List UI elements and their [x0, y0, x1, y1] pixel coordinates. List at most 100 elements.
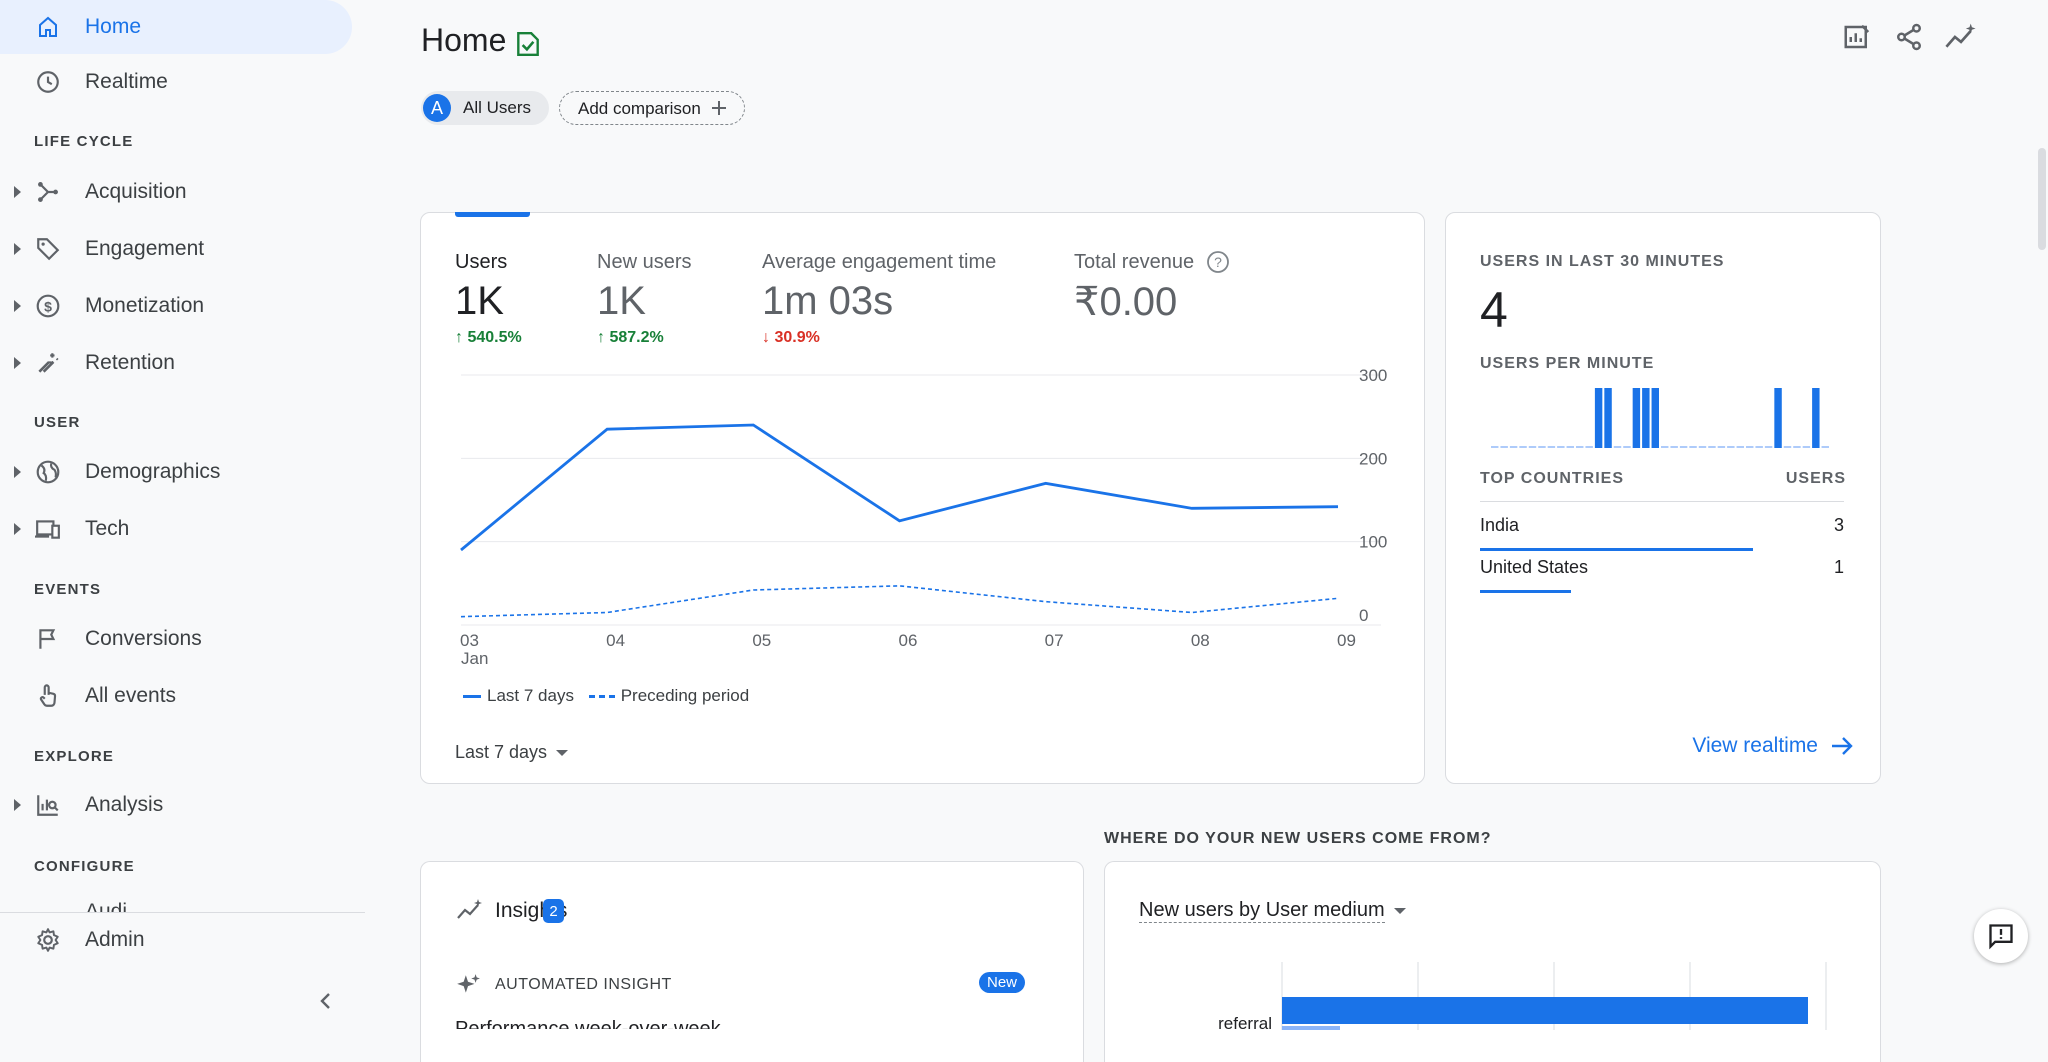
date-range-dropdown[interactable]: Last 7 days: [455, 742, 569, 763]
section-label-explore: EXPLORE: [34, 748, 114, 765]
minute-bar[interactable]: [1718, 446, 1725, 448]
section-label-user: USER: [34, 414, 80, 431]
sidebar-item-realtime[interactable]: Realtime: [0, 55, 352, 109]
minute-bar[interactable]: [1652, 388, 1659, 448]
minute-bar[interactable]: [1557, 446, 1564, 448]
automated-insight-label: AUTOMATED INSIGHT: [495, 976, 672, 994]
minute-bar[interactable]: [1519, 446, 1526, 448]
country-row[interactable]: United States 1: [1480, 553, 1844, 593]
insight-headline: Performance week-over-week: [455, 1018, 721, 1029]
users-header: USERS: [1786, 470, 1846, 488]
minute-bar[interactable]: [1491, 446, 1498, 448]
users-per-minute-chart: [1490, 388, 1830, 448]
bar-label: referral: [1218, 1014, 1272, 1030]
insights-icon: [455, 898, 485, 922]
add-comparison-button[interactable]: Add comparison: [559, 91, 745, 125]
view-realtime-link[interactable]: View realtime: [1692, 734, 1854, 758]
new-users-card: New users by User medium referral: [1104, 861, 1881, 1062]
minute-bar[interactable]: [1510, 446, 1517, 448]
minute-bar[interactable]: [1689, 446, 1696, 448]
sidebar-item-acquisition[interactable]: Acquisition: [0, 165, 352, 219]
minute-bar[interactable]: [1567, 446, 1574, 448]
x-tick-label: 03: [460, 631, 479, 650]
segment-chip-all-users[interactable]: A All Users: [421, 91, 549, 125]
new-users-bar-chart: [1105, 862, 1880, 1030]
globe-icon: [34, 458, 62, 486]
minute-bar[interactable]: [1670, 446, 1677, 448]
section-title: WHERE DO YOUR NEW USERS COME FROM?: [1104, 830, 1492, 848]
minute-bar[interactable]: [1623, 446, 1630, 448]
flag-icon: [34, 625, 62, 653]
minute-bar[interactable]: [1538, 446, 1545, 448]
sidebar-item-label: Tech: [85, 517, 129, 541]
sidebar-item-label: Analysis: [85, 793, 163, 817]
sidebar-item-label: Demographics: [85, 460, 220, 484]
customize-report-button[interactable]: [1840, 20, 1874, 54]
x-tick-label: 07: [1045, 631, 1064, 650]
minute-bar[interactable]: [1576, 446, 1583, 448]
collapse-sidebar-button[interactable]: [310, 985, 342, 1017]
minute-bar[interactable]: [1727, 446, 1734, 448]
minute-bar[interactable]: [1737, 446, 1744, 448]
minute-bar[interactable]: [1755, 446, 1762, 448]
minute-bar[interactable]: [1661, 446, 1668, 448]
sidebar-item-label: Retention: [85, 351, 175, 375]
scrollbar-thumb[interactable]: [2038, 148, 2046, 250]
sidebar-item-retention[interactable]: Retention: [0, 336, 352, 390]
sidebar-item-tech[interactable]: Tech: [0, 502, 352, 556]
segment-avatar: A: [423, 94, 451, 122]
sidebar-item-engagement[interactable]: Engagement: [0, 222, 352, 276]
bar-referral[interactable]: [1282, 997, 1808, 1024]
share-button[interactable]: [1892, 20, 1926, 54]
touch-icon: [34, 682, 62, 710]
insights-icon: [1944, 22, 1978, 52]
country-share-bar: [1480, 590, 1571, 593]
country-row[interactable]: India 3: [1480, 511, 1844, 551]
segment-label: All Users: [463, 98, 531, 118]
minute-bar[interactable]: [1585, 446, 1592, 448]
sidebar-item-conversions[interactable]: Conversions: [0, 612, 352, 666]
sidebar-item-admin[interactable]: Admin: [0, 913, 352, 967]
minute-bar[interactable]: [1529, 446, 1536, 448]
minute-bar[interactable]: [1784, 446, 1791, 448]
sidebar-item-label: Audi: [85, 900, 127, 912]
tag-icon: [34, 235, 62, 263]
sidebar-item-home[interactable]: Home: [0, 0, 352, 54]
sidebar-item-label: Conversions: [85, 627, 202, 651]
minute-bar[interactable]: [1793, 446, 1800, 448]
minute-bar[interactable]: [1812, 388, 1819, 448]
minute-bar[interactable]: [1548, 446, 1555, 448]
feedback-button[interactable]: [1974, 909, 2028, 963]
minute-bar[interactable]: [1708, 446, 1715, 448]
x-tick-label: 08: [1191, 631, 1210, 650]
sidebar-item-demographics[interactable]: Demographics: [0, 445, 352, 499]
expand-caret-icon: [14, 300, 21, 312]
plus-icon: [710, 99, 728, 117]
x-tick-label: 04: [606, 631, 625, 650]
bar-label-clip: referral: [1105, 1012, 1272, 1030]
sidebar-item-analysis[interactable]: Analysis: [0, 778, 352, 832]
sidebar-item-all-events[interactable]: All events: [0, 669, 352, 723]
series-line-last-7-days: [461, 425, 1338, 550]
analysis-icon: [34, 791, 62, 819]
country-name: India: [1480, 515, 1519, 536]
minute-bar[interactable]: [1595, 388, 1602, 448]
gear-icon: [34, 926, 62, 954]
expand-caret-icon: [14, 799, 21, 811]
sidebar-item-monetization[interactable]: $ Monetization: [0, 279, 352, 333]
minute-bar[interactable]: [1633, 388, 1640, 448]
minute-bar[interactable]: [1500, 446, 1507, 448]
sidebar-item-audiences-clipped[interactable]: Audi: [0, 896, 365, 912]
minute-bar[interactable]: [1774, 388, 1781, 448]
minute-bar[interactable]: [1699, 446, 1706, 448]
minute-bar[interactable]: [1680, 446, 1687, 448]
minute-bar[interactable]: [1614, 446, 1621, 448]
minute-bar[interactable]: [1604, 388, 1611, 448]
insights-button[interactable]: [1944, 20, 1978, 54]
country-name: United States: [1480, 557, 1588, 578]
minute-bar[interactable]: [1803, 446, 1810, 448]
minute-bar[interactable]: [1822, 446, 1829, 448]
minute-bar[interactable]: [1765, 446, 1772, 448]
minute-bar[interactable]: [1642, 388, 1649, 448]
minute-bar[interactable]: [1746, 446, 1753, 448]
